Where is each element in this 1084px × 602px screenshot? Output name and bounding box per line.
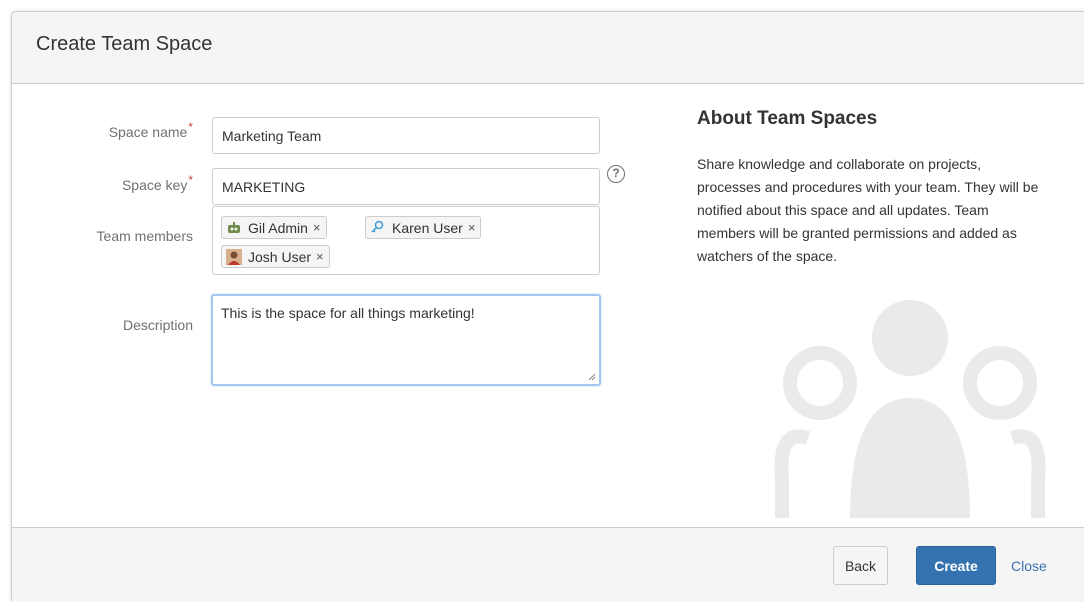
key-avatar-icon <box>371 220 384 233</box>
team-members-picker[interactable]: Gil Admin × Karen User × Josh User × <box>212 206 600 275</box>
about-text: Share knowledge and collaborate on proje… <box>697 156 1039 264</box>
description-value: This is the space for all things marketi… <box>221 305 475 321</box>
question-circle-icon[interactable]: ? <box>607 165 625 183</box>
space-key-input[interactable] <box>212 168 600 205</box>
back-button[interactable]: Back <box>833 546 888 585</box>
required-mark: * <box>188 173 193 187</box>
create-button[interactable]: Create <box>916 546 996 585</box>
member-name: Gil Admin <box>248 219 308 236</box>
member-chip-karen-user[interactable]: Karen User × <box>365 216 482 239</box>
close-link[interactable]: Close <box>1011 558 1047 574</box>
remove-member-icon[interactable]: × <box>313 220 321 235</box>
dialog-header: Create Team Space <box>12 12 1084 84</box>
space-key-label: Space key* <box>121 173 193 193</box>
required-mark: * <box>188 120 193 134</box>
team-members-label: Team members <box>96 228 193 244</box>
remove-member-icon[interactable]: × <box>468 220 476 235</box>
member-chip-gil-admin[interactable]: Gil Admin × <box>221 216 327 239</box>
robot-avatar-icon <box>228 221 240 233</box>
person-avatar-icon <box>226 248 242 265</box>
remove-member-icon[interactable]: × <box>316 249 324 264</box>
space-name-label: Space name* <box>108 120 193 140</box>
member-name: Josh User <box>248 248 312 265</box>
team-illustration-icon <box>774 300 1046 518</box>
member-chip-josh-user[interactable]: Josh User × <box>221 245 330 268</box>
description-label: Description <box>122 317 193 333</box>
dialog-title: Create Team Space <box>36 33 213 55</box>
description-textarea[interactable]: This is the space for all things marketi… <box>211 294 601 386</box>
member-name: Karen User <box>392 219 463 236</box>
resize-grip-icon[interactable] <box>588 373 596 381</box>
space-name-input[interactable] <box>212 117 600 154</box>
about-title: About Team Spaces <box>697 108 878 129</box>
